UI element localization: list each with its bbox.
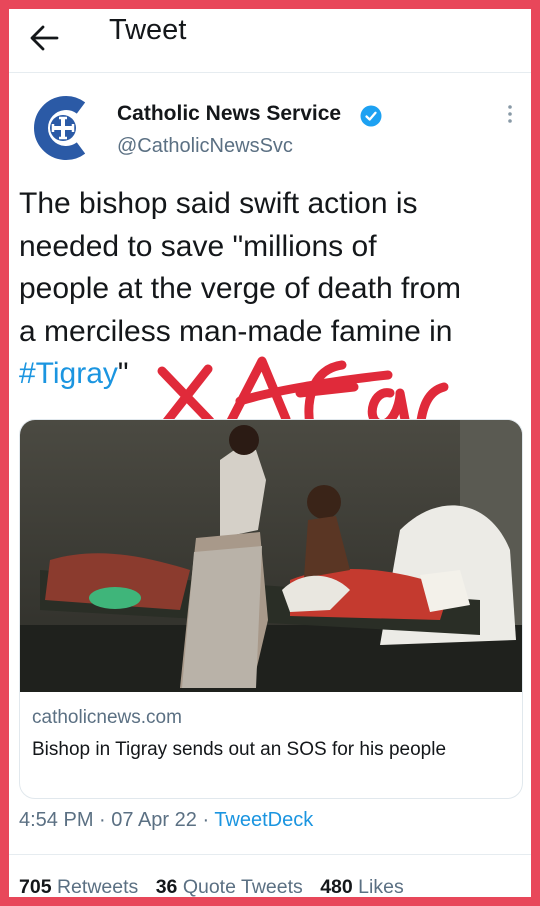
screenshot-frame: Tweet Catholic News Service @CatholicNew… (9, 9, 531, 897)
quote-tweets-count: 36 (155, 876, 178, 897)
link-card[interactable]: catholicnews.com Bishop in Tigray sends … (19, 419, 523, 799)
divider (9, 854, 531, 855)
tweet-body: The bishop said swift action is needed t… (19, 187, 461, 348)
top-bar: Tweet (9, 9, 531, 73)
engagement-stats: 705 Retweets 36 Quote Tweets 480 Likes (19, 876, 416, 897)
tweet-date[interactable]: 07 Apr 22 (111, 809, 197, 831)
quote-tweets-stat[interactable]: 36 Quote Tweets (156, 876, 303, 897)
arrow-left-icon[interactable] (27, 21, 61, 55)
more-options-icon[interactable] (502, 103, 518, 125)
tweet-source-link[interactable]: TweetDeck (214, 809, 313, 831)
avatar[interactable] (29, 94, 97, 162)
tweet-body-end: " (117, 357, 129, 390)
page-title: Tweet (109, 14, 187, 46)
tweet-meta: 4:54 PM · 07 Apr 22 · TweetDeck (19, 809, 313, 832)
tweet-text: The bishop said swift action is needed t… (19, 183, 529, 396)
tweet-time[interactable]: 4:54 PM (19, 809, 93, 831)
retweets-label: Retweets (56, 876, 139, 897)
likes-count: 480 (320, 876, 353, 897)
likes-stat[interactable]: 480 Likes (320, 876, 404, 897)
meta-separator: · (196, 809, 215, 831)
quote-tweets-label: Quote Tweets (182, 876, 303, 897)
meta-separator: · (93, 809, 112, 831)
author-name[interactable]: Catholic News Service (117, 102, 341, 126)
retweets-count: 705 (19, 876, 52, 897)
author-handle[interactable]: @CatholicNewsSvc (117, 135, 293, 158)
verified-badge-icon (360, 105, 382, 127)
cns-logo-icon (29, 94, 97, 162)
news-photo (20, 420, 522, 692)
likes-label: Likes (358, 876, 404, 897)
card-title: Bishop in Tigray sends out an SOS for hi… (32, 739, 447, 760)
hashtag-link[interactable]: #Tigray (19, 357, 118, 390)
retweets-stat[interactable]: 705 Retweets (19, 876, 138, 897)
card-domain: catholicnews.com (32, 707, 182, 728)
